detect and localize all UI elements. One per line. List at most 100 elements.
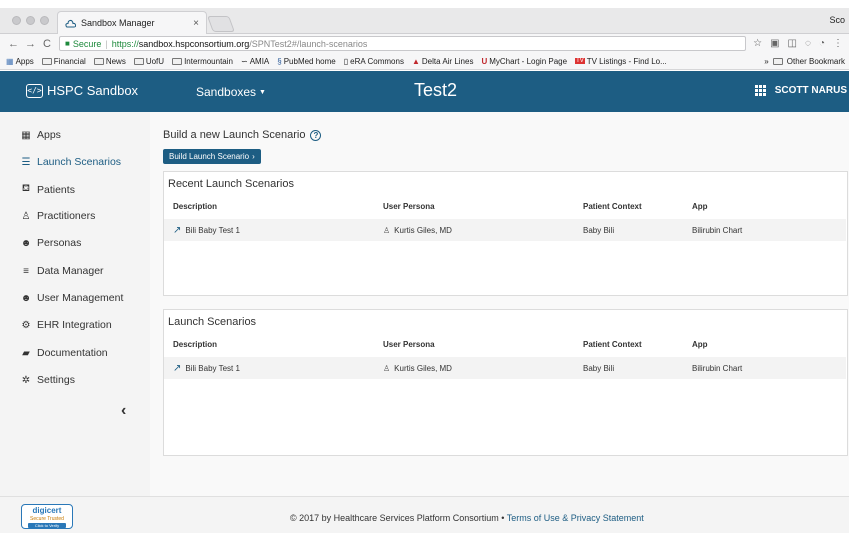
sidebar-item-personas[interactable]: ☻ Personas xyxy=(20,237,82,249)
digicert-seal[interactable]: digicert Secure Trusted Click to Verify xyxy=(21,504,73,529)
sidebar-item-ehr-integration[interactable]: ⚙ EHR Integration xyxy=(20,319,112,331)
url-host: sandbox.hspconsortium.org xyxy=(138,38,250,49)
maximize-window-button[interactable] xyxy=(40,16,49,25)
menu-icon[interactable]: ⋮ xyxy=(833,38,843,49)
collapse-sidebar-chevron-icon[interactable]: ‹ xyxy=(121,402,126,420)
bookmark-news[interactable]: News xyxy=(93,56,126,66)
bookmark-label: Financial xyxy=(53,56,86,66)
sidebar-item-label: Launch Scenarios xyxy=(37,156,122,168)
bookmark-era-commons[interactable]: ▯ eRA Commons xyxy=(344,57,404,66)
scenario-app: Bilirubin Chart xyxy=(692,363,743,373)
back-arrow-icon[interactable]: ← xyxy=(8,38,19,50)
sandboxes-label: Sandboxes xyxy=(196,85,257,99)
logo-text: HSPC Sandbox xyxy=(47,83,139,98)
extension-icons: ☆ ▣ ◫ ◌ ◔ ⋮ xyxy=(753,38,849,49)
code-logo-icon: </> xyxy=(26,83,43,98)
sidebar-item-label: Settings xyxy=(37,374,75,386)
sidebar-item-patients[interactable]: ⛾ Patients xyxy=(20,183,75,196)
column-header-description: Description xyxy=(173,339,218,349)
extension-icon[interactable]: ◌ xyxy=(805,38,811,49)
sidebar-item-user-management[interactable]: ☻ User Management xyxy=(20,292,124,304)
bookmark-amia[interactable]: ∽ AMIA xyxy=(241,57,269,66)
privacy-statement-link[interactable]: Privacy Statement xyxy=(571,513,644,523)
build-button-label: Build Launch Scenario xyxy=(169,152,250,161)
panel-title: Recent Launch Scenarios xyxy=(168,178,294,190)
folder-icon xyxy=(41,57,52,65)
tab-close-icon[interactable]: × xyxy=(193,18,199,29)
forward-arrow-icon[interactable]: → xyxy=(25,38,36,50)
external-link-icon[interactable]: ↗ xyxy=(173,225,181,236)
scenario-persona: ♙ Kurtis Giles, MD xyxy=(383,219,452,241)
page-icon: ▯ xyxy=(343,56,349,66)
scenario-description: ↗ Bili Baby Test 1 xyxy=(173,357,240,379)
browser-profile[interactable]: Sco xyxy=(829,15,845,25)
browser-tab-bar: Sandbox Manager × Sco xyxy=(0,8,849,34)
bookmark-pubmed[interactable]: § PubMed home xyxy=(277,57,335,66)
cloud-favicon-icon xyxy=(65,19,76,27)
bookmark-financial[interactable]: Financial xyxy=(41,56,86,66)
sidebar-item-label: Apps xyxy=(37,129,61,141)
minimize-window-button[interactable] xyxy=(26,16,35,25)
bookmark-uofu[interactable]: UofU xyxy=(133,57,164,66)
column-header-user-persona: User Persona xyxy=(383,201,435,211)
sidebar-item-practitioners[interactable]: ♙ Practitioners xyxy=(20,210,96,222)
bookmark-label: News xyxy=(105,56,126,66)
user-icon: ♙ xyxy=(383,225,391,235)
new-tab-button[interactable] xyxy=(207,16,235,32)
user-menu[interactable]: SCOTT NARUS xyxy=(754,85,847,96)
amia-icon: ∽ xyxy=(240,56,248,66)
apps-grid-icon: ▦ xyxy=(6,56,14,66)
sidebar-item-label: EHR Integration xyxy=(37,319,112,331)
build-launch-scenario-button[interactable]: Build Launch Scenario › xyxy=(163,149,261,164)
recent-launch-scenarios-panel: Recent Launch Scenarios Description User… xyxy=(163,171,848,296)
extension-icon[interactable]: ◔ xyxy=(819,38,825,49)
gear-icon: ✲ xyxy=(21,374,31,386)
bookmark-star-icon[interactable]: ☆ xyxy=(753,38,762,49)
table-header: Description User Persona Patient Context… xyxy=(164,337,847,351)
external-link-icon[interactable]: ↗ xyxy=(173,363,181,374)
apps-grid-icon[interactable] xyxy=(754,85,766,96)
bookmark-label: Apps xyxy=(15,56,34,66)
bookmark-mychart[interactable]: U MyChart - Login Page xyxy=(481,57,567,66)
extension-icon[interactable]: ▣ xyxy=(770,38,779,49)
bookmark-tv-listings[interactable]: TV TV Listings - Find Lo... xyxy=(575,57,667,66)
bookmark-apps[interactable]: ▦ Apps xyxy=(6,57,34,66)
close-window-button[interactable] xyxy=(12,16,21,25)
scenario-patient: Baby Bili xyxy=(583,225,615,235)
other-bookmarks[interactable]: Other Bookmark xyxy=(787,57,845,66)
build-scenario-heading: Build a new Launch Scenario ? xyxy=(163,129,322,141)
reload-icon[interactable]: C xyxy=(42,38,52,50)
scenario-description: ↗ Bili Baby Test 1 xyxy=(173,219,240,241)
sidebar-item-data-manager[interactable]: ≡ Data Manager xyxy=(20,265,103,277)
hspc-logo[interactable]: </> HSPC Sandbox xyxy=(26,83,138,98)
extension-icon[interactable]: ◫ xyxy=(788,38,797,49)
digicert-sub: Secure Trusted xyxy=(30,516,64,522)
column-header-patient-context: Patient Context xyxy=(583,201,642,211)
address-bar[interactable]: ■ Secure | https:// sandbox.hspconsortiu… xyxy=(59,36,747,51)
terms-of-use-link[interactable]: Terms of Use xyxy=(507,513,560,523)
sandbox-name: Test2 xyxy=(414,80,458,100)
bookmark-intermountain[interactable]: Intermountain xyxy=(172,57,233,66)
bookmark-label: PubMed home xyxy=(283,56,336,66)
sidebar-item-launch-scenarios[interactable]: ☰ Launch Scenarios xyxy=(20,156,122,168)
column-header-description: Description xyxy=(173,201,218,211)
url-scheme: https:// xyxy=(111,38,139,49)
sandboxes-dropdown[interactable]: Sandboxes ▼ xyxy=(196,85,266,99)
help-icon[interactable]: ? xyxy=(310,129,322,141)
bookmark-delta[interactable]: ▲ Delta Air Lines xyxy=(412,57,474,66)
sidebar-item-apps[interactable]: ▦ Apps xyxy=(20,129,61,141)
bookmark-label: Delta Air Lines xyxy=(421,56,474,66)
apps-icon: ▦ xyxy=(21,129,31,141)
browser-tab-active[interactable]: Sandbox Manager × xyxy=(57,11,207,34)
table-row[interactable]: ↗ Bili Baby Test 1 ♙ Kurtis Giles, MD Baby… xyxy=(164,357,846,379)
sidebar-item-label: User Management xyxy=(37,292,124,304)
users-icon: ☻ xyxy=(20,292,32,304)
table-row[interactable]: ↗ Bili Baby Test 1 ♙ Kurtis Giles, MD Baby… xyxy=(164,219,846,241)
sidebar-item-documentation[interactable]: ▰ Documentation xyxy=(20,347,107,359)
sidebar-item-label: Patients xyxy=(37,183,75,196)
bookmarks-overflow-button[interactable]: » xyxy=(764,57,768,66)
sidebar-item-settings[interactable]: ✲ Settings xyxy=(20,374,75,386)
bed-icon: ⛾ xyxy=(21,183,31,194)
build-scenario-title: Build a new Launch Scenario xyxy=(163,129,306,141)
launch-scenarios-panel: Launch Scenarios Description User Person… xyxy=(163,309,848,456)
